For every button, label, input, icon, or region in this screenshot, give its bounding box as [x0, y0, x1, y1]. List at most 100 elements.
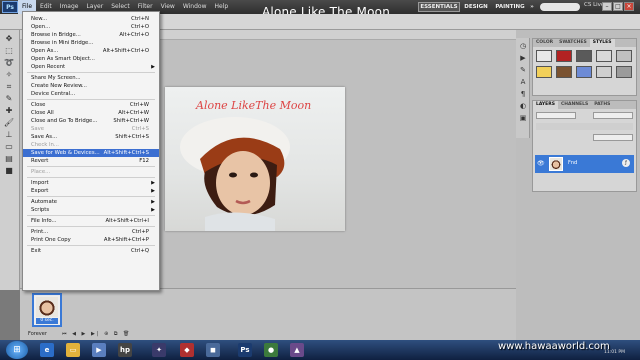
start-button[interactable]: ⊞	[6, 341, 28, 359]
cs-search-input[interactable]	[540, 3, 580, 11]
menu-item-shortcut: Alt+Ctrl+W	[118, 110, 149, 116]
history-panel-icon[interactable]: ◷	[518, 42, 528, 50]
workspace-design-button[interactable]: DESIGN	[462, 2, 490, 12]
file-menu-item[interactable]: Open As Smart Object...	[23, 55, 159, 63]
magic-wand-tool-icon[interactable]: ✧	[3, 70, 15, 80]
blend-mode-select[interactable]	[536, 112, 576, 119]
file-menu-item[interactable]: Import ▶	[23, 179, 159, 187]
file-menu-item[interactable]: Browse in Bridge... Alt+Ctrl+O	[23, 31, 159, 39]
style-swatch[interactable]	[556, 66, 572, 78]
menu-item-label: Close and Go To Bridge...	[31, 118, 98, 124]
file-menu-item[interactable]: Open... Ctrl+O	[23, 23, 159, 31]
menu-item-shortcut: Ctrl+W	[129, 102, 149, 108]
playback-controls[interactable]: ⏮ ◀ ▶ ▶| ⊕ ⧉ 🗑	[62, 331, 131, 337]
file-menu-item[interactable]: Close All Alt+Ctrl+W	[23, 109, 159, 117]
brush-tool-icon[interactable]: 🖌	[3, 118, 15, 128]
style-swatch[interactable]	[596, 66, 612, 78]
file-menu-item[interactable]: Create New Review...	[23, 82, 159, 90]
minimize-button[interactable]: –	[602, 2, 612, 11]
file-menu-item[interactable]: Exit Ctrl+Q	[23, 247, 159, 255]
brush-panel-icon[interactable]: ✎	[518, 66, 528, 74]
file-menu-item[interactable]: File Info... Alt+Shift+Ctrl+I	[23, 217, 159, 225]
fill-field[interactable]	[593, 134, 633, 141]
menu-item-shortcut: Ctrl+Q	[130, 248, 149, 254]
style-swatch[interactable]	[536, 50, 552, 62]
style-swatch[interactable]	[576, 50, 592, 62]
layer-effects-icon[interactable]: ƒ	[622, 159, 630, 167]
app-icon-5[interactable]: ▲	[290, 343, 304, 357]
menu-help[interactable]: Help	[211, 0, 233, 14]
file-menu-item[interactable]: Save As... Shift+Ctrl+S	[23, 133, 159, 141]
tab-swatches[interactable]: SWATCHES	[556, 39, 590, 47]
style-swatch[interactable]	[556, 50, 572, 62]
layers-panel: LAYERS CHANNELS PATHS 👁 Fnd ƒ	[532, 100, 637, 192]
app-icon-3[interactable]: ◼	[206, 343, 220, 357]
workspace-essentials-button[interactable]: ESSENTIALS	[418, 2, 460, 12]
app-icon[interactable]: ✦	[152, 343, 166, 357]
tab-color[interactable]: COLOR	[533, 39, 556, 47]
masks-panel-icon[interactable]: ▣	[518, 114, 528, 122]
visibility-eye-icon[interactable]: 👁	[537, 160, 545, 167]
frame-delay[interactable]: 0 sec.	[36, 318, 58, 324]
explorer-icon[interactable]: ▭	[66, 343, 80, 357]
clone-stamp-tool-icon[interactable]: ⊥	[3, 130, 15, 140]
animation-frame[interactable]: 0 sec.	[32, 293, 62, 327]
tab-channels[interactable]: CHANNELS	[558, 101, 591, 109]
menu-window[interactable]: Window	[179, 0, 211, 14]
lasso-tool-icon[interactable]: ➰	[3, 58, 15, 68]
tab-styles[interactable]: STYLES	[589, 39, 615, 47]
layer-row-selected[interactable]: 👁 Fnd ƒ	[535, 155, 634, 173]
file-menu-item[interactable]: Scripts ▶	[23, 206, 159, 214]
adjustments-panel-icon[interactable]: ◐	[518, 102, 528, 110]
workspace-painting-button[interactable]: PAINTING	[494, 2, 526, 12]
file-menu-item[interactable]: Automate ▶	[23, 198, 159, 206]
app-icon-4[interactable]: ●	[264, 343, 278, 357]
eraser-tool-icon[interactable]: ▭	[3, 142, 15, 152]
app-icon-2[interactable]: ◆	[180, 343, 194, 357]
crop-tool-icon[interactable]: ⌗	[3, 82, 15, 92]
move-tool-icon[interactable]: ✥	[3, 34, 15, 44]
menu-item-shortcut: Shift+Ctrl+W	[113, 118, 149, 124]
paragraph-panel-icon[interactable]: ¶	[518, 90, 528, 98]
color-swatches-icon[interactable]: ■	[3, 166, 15, 176]
loop-options-select[interactable]: Forever	[28, 331, 47, 337]
media-icon[interactable]: ▶	[92, 343, 106, 357]
opacity-field[interactable]	[593, 112, 633, 119]
workspace-more-button[interactable]: »	[527, 2, 537, 12]
eyedropper-tool-icon[interactable]: ✎	[3, 94, 15, 104]
healing-brush-tool-icon[interactable]: ✚	[3, 106, 15, 116]
tab-paths[interactable]: PATHS	[591, 101, 613, 109]
file-menu-item[interactable]: Device Central...	[23, 90, 159, 98]
maximize-button[interactable]: □	[613, 2, 623, 11]
menu-item-label: Save As...	[31, 134, 58, 140]
menu-separator	[27, 226, 155, 227]
file-menu-item[interactable]: Save for Web & Devices... Alt+Shift+Ctrl+…	[23, 149, 159, 157]
file-menu-item[interactable]: Share My Screen...	[23, 74, 159, 82]
file-menu-item: Save Ctrl+S	[23, 125, 159, 133]
actions-panel-icon[interactable]: ▶	[518, 54, 528, 62]
photoshop-taskbar-icon[interactable]: Ps	[238, 343, 252, 357]
marquee-tool-icon[interactable]: ⬚	[3, 46, 15, 56]
character-panel-icon[interactable]: A	[518, 78, 528, 86]
close-window-button[interactable]: ×	[624, 2, 634, 11]
file-menu-item[interactable]: Open Recent ▶	[23, 63, 159, 71]
style-swatch[interactable]	[576, 66, 592, 78]
file-menu-item[interactable]: Export ▶	[23, 187, 159, 195]
ie-icon[interactable]: e	[40, 343, 54, 357]
file-menu-item[interactable]: Revert F12	[23, 157, 159, 165]
style-swatch[interactable]	[616, 50, 632, 62]
file-menu-item[interactable]: Close and Go To Bridge... Shift+Ctrl+W	[23, 117, 159, 125]
style-swatch[interactable]	[536, 66, 552, 78]
style-swatch[interactable]	[596, 50, 612, 62]
file-menu-item[interactable]: Close Ctrl+W	[23, 101, 159, 109]
hp-icon[interactable]: hp	[118, 343, 132, 357]
file-menu-item[interactable]: Print... Ctrl+P	[23, 228, 159, 236]
style-swatch[interactable]	[616, 66, 632, 78]
gradient-tool-icon[interactable]: ▤	[3, 154, 15, 164]
file-menu-item[interactable]: Browse in Mini Bridge...	[23, 39, 159, 47]
file-menu-item[interactable]: New... Ctrl+N	[23, 15, 159, 23]
file-menu-item[interactable]: Open As... Alt+Shift+Ctrl+O	[23, 47, 159, 55]
file-menu-item[interactable]: Print One Copy Alt+Shift+Ctrl+P	[23, 236, 159, 244]
tab-layers[interactable]: LAYERS	[533, 101, 558, 109]
menu-item-shortcut: Alt+Shift+Ctrl+I	[105, 218, 149, 224]
